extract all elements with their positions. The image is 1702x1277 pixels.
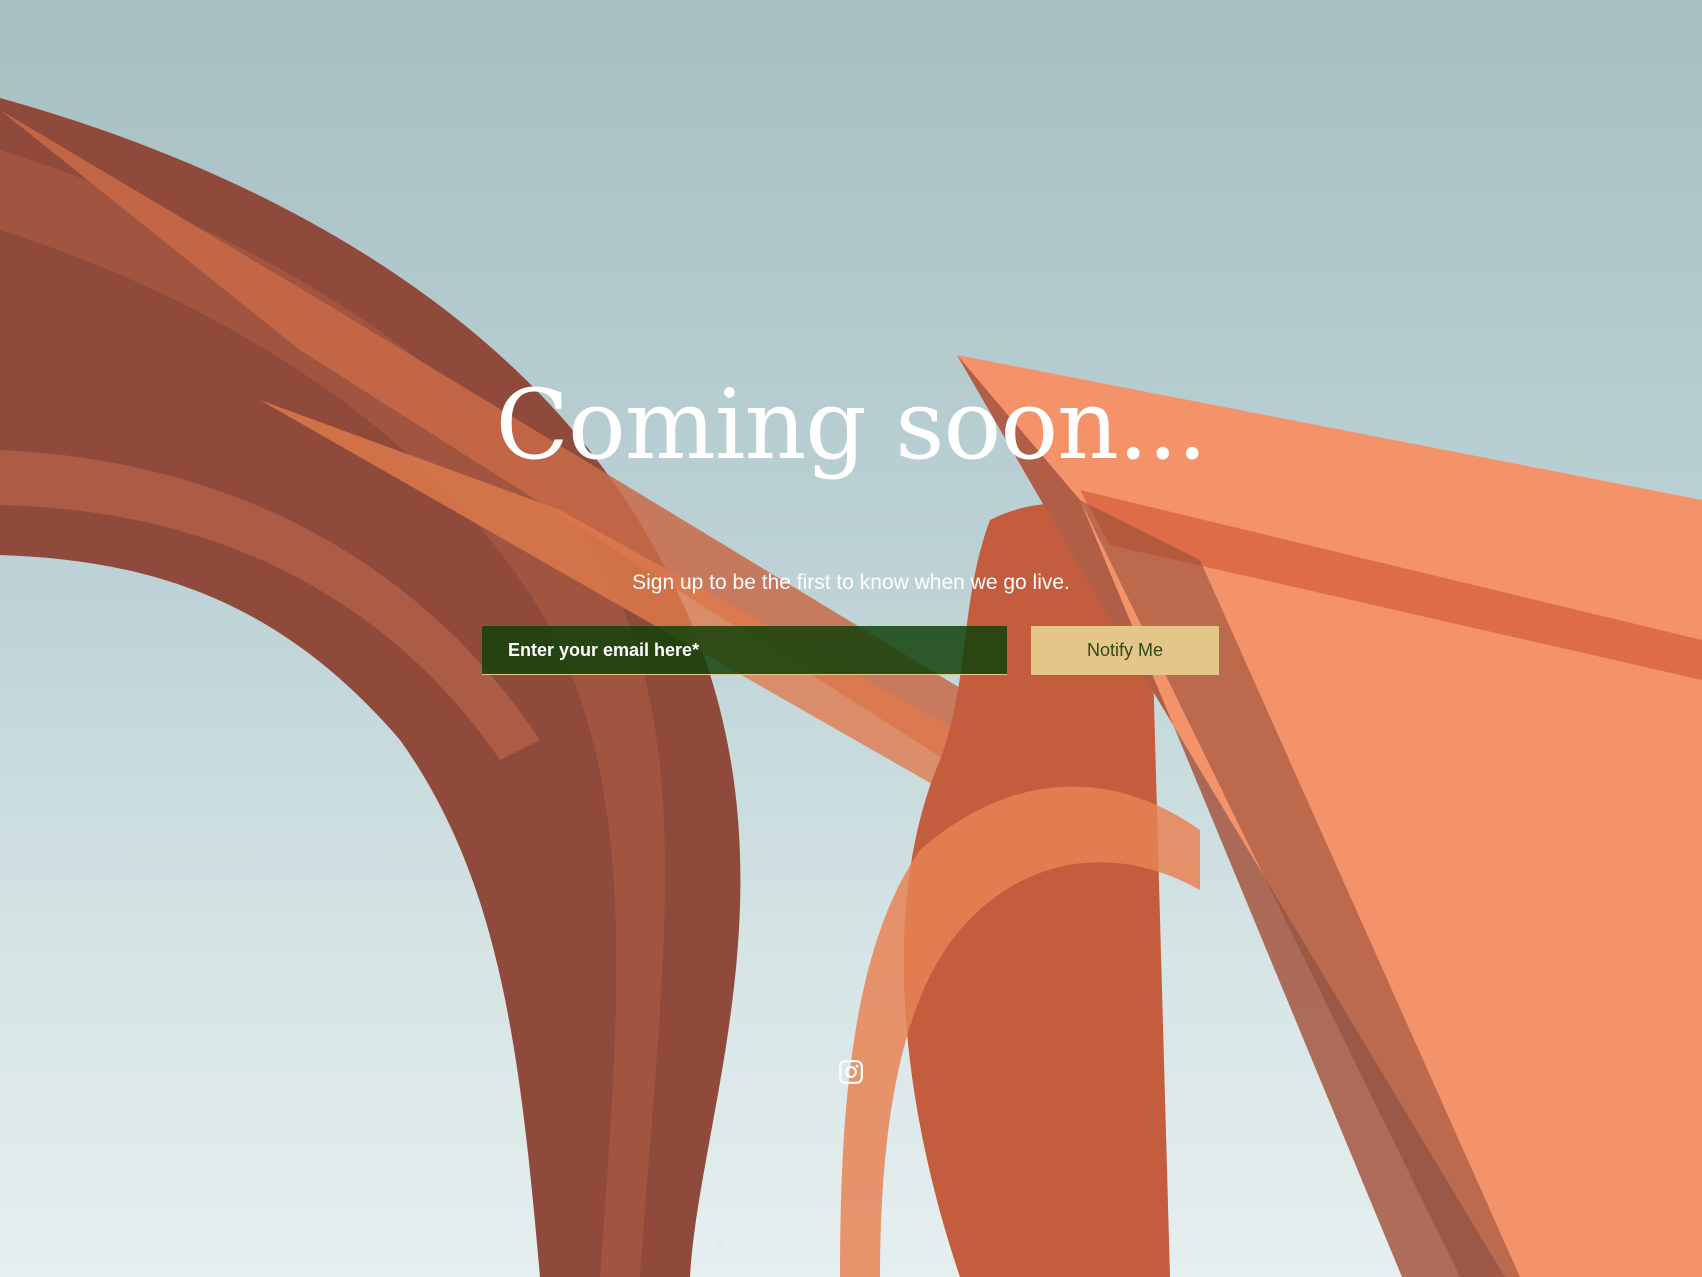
decorative-dot	[717, 1239, 723, 1245]
page-title: Coming soon...	[495, 369, 1207, 481]
instagram-link[interactable]	[838, 1059, 864, 1085]
notify-me-button[interactable]: Notify Me	[1031, 626, 1219, 675]
subtitle-text: Sign up to be the first to know when we …	[632, 571, 1070, 594]
instagram-icon	[838, 1059, 864, 1085]
email-field[interactable]	[482, 626, 1007, 675]
